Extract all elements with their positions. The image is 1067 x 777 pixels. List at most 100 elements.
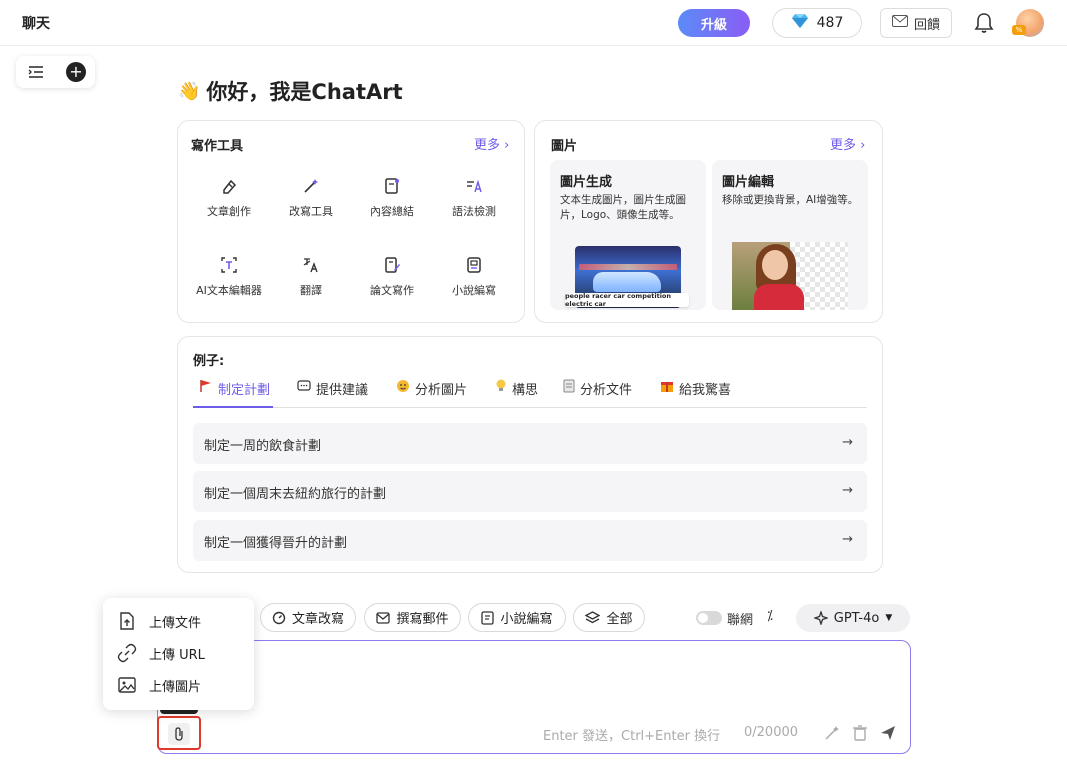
percent-icon[interactable]: ⁒ <box>767 609 773 624</box>
tool-grammar[interactable]: 語法檢測 <box>434 177 514 219</box>
summary-icon <box>385 178 399 194</box>
translate-icon <box>303 258 318 273</box>
sidebar-mini-toolbar: + <box>16 56 95 88</box>
greeting: 👋 你好，我是ChatArt <box>178 76 403 106</box>
page-title: 聊天 <box>22 16 50 32</box>
example-item[interactable]: 制定一個周末去紐約旅行的計劃 → <box>193 471 867 512</box>
char-count: 0/20000 <box>744 725 799 740</box>
paperclip-icon <box>168 723 190 745</box>
tab-analyze-image[interactable]: 分析圖片 <box>396 379 467 408</box>
grammar-icon <box>467 179 482 193</box>
image-edit-tile[interactable]: 圖片編輯 移除或更換背景，AI增強等。 <box>712 160 868 310</box>
tab-brainstorm[interactable]: 構思 <box>495 379 538 408</box>
greeting-text: 你好，我是ChatArt <box>206 80 403 104</box>
chevron-down-icon: ▼ <box>885 613 893 623</box>
gift-icon <box>661 382 673 392</box>
model-selector[interactable]: GPT-4o ▼ <box>796 604 910 632</box>
gem-balance[interactable]: 487 <box>772 8 862 38</box>
feedback-button[interactable]: 回饋 <box>880 8 952 38</box>
tile-title: 圖片編輯 <box>722 175 775 190</box>
tool-label: 論文寫作 <box>370 284 414 297</box>
model-name: GPT-4o <box>833 610 880 626</box>
attach-button[interactable] <box>157 716 201 750</box>
send-icon[interactable] <box>879 724 897 742</box>
discount-badge-icon: % <box>1012 25 1026 35</box>
chat-input[interactable] <box>174 653 894 713</box>
new-chat-button[interactable]: + <box>66 62 86 82</box>
web-search-toggle[interactable] <box>696 611 722 625</box>
images-card: 圖片 更多 › 圖片生成 文本生成圖片，圖片生成圖片，Logo、頭像生成等。 p… <box>534 120 883 323</box>
diamond-icon <box>791 13 809 33</box>
arrow-right-icon: → <box>842 532 853 547</box>
quick-rewrite-button[interactable]: 文章改寫 <box>260 603 356 632</box>
examples-title: 例子: <box>193 354 225 369</box>
gem-count: 487 <box>816 15 844 31</box>
upload-file-item[interactable]: 上傳文件 <box>117 609 201 633</box>
writing-tools-more-link[interactable]: 更多 › <box>474 134 509 153</box>
upgrade-button[interactable]: 升級 <box>678 9 750 37</box>
chat-input-box: Enter 發送，Ctrl+Enter 換行 0/20000 <box>157 640 911 754</box>
example-item[interactable]: 制定一周的飲食計劃 → <box>193 423 867 464</box>
tool-novel[interactable]: 小說編寫 <box>434 256 514 298</box>
tool-label: 小說編寫 <box>452 284 496 297</box>
chat-bubble-icon <box>297 380 311 391</box>
tool-label: AI文本編輯器 <box>196 284 262 297</box>
web-search-label: 聯網 <box>727 613 754 628</box>
tool-label: 翻譯 <box>300 284 322 297</box>
example-item[interactable]: 制定一個獲得晉升的計劃 → <box>193 520 867 561</box>
link-icon <box>117 643 137 663</box>
expand-sidebar-icon[interactable] <box>26 62 46 82</box>
sparkle-icon <box>813 611 828 625</box>
tab-suggestions[interactable]: 提供建議 <box>297 379 368 408</box>
novel-icon <box>481 610 495 625</box>
quick-all-button[interactable]: 全部 <box>573 603 645 632</box>
quick-email-button[interactable]: 撰寫郵件 <box>364 603 461 632</box>
rewrite-icon <box>272 611 286 624</box>
tool-rewrite[interactable]: 改寫工具 <box>271 177 351 219</box>
tab-analyze-document[interactable]: 分析文件 <box>563 379 632 408</box>
mail-icon <box>891 15 908 31</box>
tab-make-plan[interactable]: 制定計劃 <box>199 379 270 408</box>
writing-tools-card: 寫作工具 更多 › 文章創作 改寫工具 內容總結 語法檢測 AI文本編輯器 翻譯… <box>177 120 525 323</box>
feedback-label: 回饋 <box>913 17 940 33</box>
mail-icon <box>376 611 391 624</box>
trash-icon[interactable] <box>851 724 869 742</box>
tool-label: 改寫工具 <box>289 205 333 218</box>
bell-icon[interactable] <box>974 12 994 34</box>
layers-icon <box>585 610 601 623</box>
upload-image-item[interactable]: 上傳圖片 <box>117 673 201 697</box>
document-icon <box>563 379 575 393</box>
tile-description: 移除或更換背景，AI增強等。 <box>722 194 859 206</box>
examples-tabs: 制定計劃 提供建議 分析圖片 構思 分析文件 給我驚喜 <box>193 379 867 408</box>
flag-icon <box>200 380 211 392</box>
eraser-pen-icon <box>223 179 237 194</box>
upload-menu: 上傳文件 上傳 URL 上傳圖片 <box>103 598 254 710</box>
tool-paper-write[interactable]: 論文寫作 <box>352 256 432 298</box>
tool-translate[interactable]: 翻譯 <box>271 256 351 298</box>
examples-card: 例子: 制定計劃 提供建議 分析圖片 構思 分析文件 給我驚喜 制定一周的飲食計… <box>177 336 883 573</box>
tool-label: 語法檢測 <box>452 205 496 218</box>
input-hint: Enter 發送，Ctrl+Enter 換行 <box>543 729 721 744</box>
prompt-caption: people racer car competition electric ca… <box>565 292 689 308</box>
image-generate-tile[interactable]: 圖片生成 文本生成圖片，圖片生成圖片，Logo、頭像生成等。 people ra… <box>550 160 706 310</box>
magic-clear-icon[interactable] <box>823 724 841 742</box>
magic-wand-icon <box>304 179 318 193</box>
wave-emoji-icon: 👋 <box>178 80 201 102</box>
quick-novel-button[interactable]: 小說編寫 <box>468 603 566 632</box>
top-header: 聊天 升級 487 回饋 % <box>0 0 1067 46</box>
tile-description: 文本生成圖片，圖片生成圖片，Logo、頭像生成等。 <box>560 194 686 221</box>
image-icon <box>118 677 136 693</box>
novel-icon <box>467 257 481 273</box>
arrow-right-icon: → <box>842 435 853 450</box>
tab-surprise-me[interactable]: 給我驚喜 <box>660 379 731 408</box>
tool-ai-text-editor[interactable]: AI文本編輯器 <box>189 256 269 298</box>
file-upload-icon <box>120 612 134 630</box>
images-more-link[interactable]: 更多 › <box>830 134 865 153</box>
portrait-image <box>732 242 848 310</box>
paper-write-icon <box>385 257 400 273</box>
upload-url-item[interactable]: 上傳 URL <box>117 641 205 665</box>
tool-summary[interactable]: 內容總結 <box>352 177 432 219</box>
arrow-right-icon: → <box>842 483 853 498</box>
tool-article-create[interactable]: 文章創作 <box>189 177 269 219</box>
tile-title: 圖片生成 <box>560 175 613 190</box>
